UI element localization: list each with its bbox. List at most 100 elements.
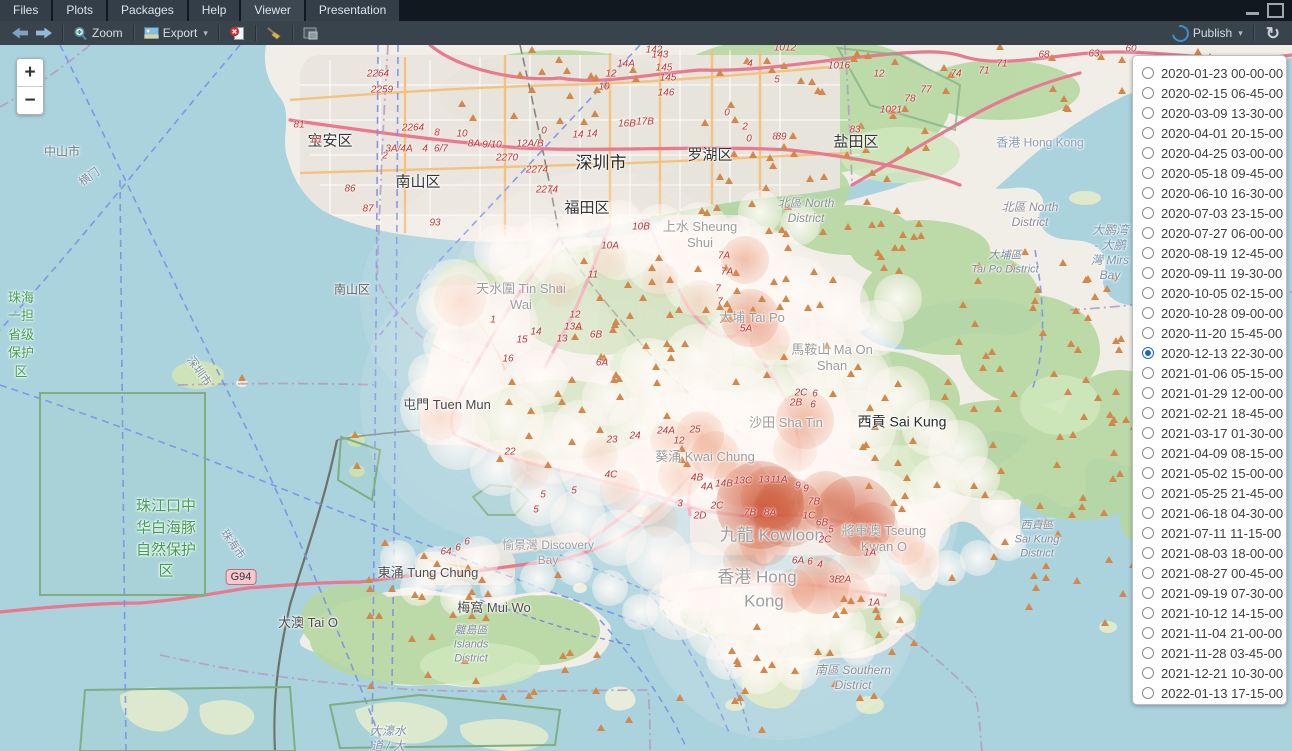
minimize-icon[interactable] <box>1246 12 1259 15</box>
timeline-option-label: 2020-03-09 13-30-00 <box>1161 106 1283 121</box>
clear-viewer-button[interactable] <box>262 22 286 44</box>
timeline-option[interactable]: 2020-07-03 23-15-00 <box>1142 203 1286 223</box>
timeline-option[interactable]: 2021-11-28 03-45-00 <box>1142 643 1286 663</box>
timeline-option-label: 2020-11-20 15-45-00 <box>1161 326 1282 341</box>
radio-icon[interactable] <box>1142 127 1154 139</box>
timeline-option[interactable]: 2020-12-13 22-30-00 <box>1142 343 1286 363</box>
timeline-option[interactable]: 2020-02-15 06-45-00 <box>1142 83 1286 103</box>
timeline-option-label: 2020-04-25 03-00-00 <box>1161 146 1283 161</box>
timeline-option[interactable]: 2021-10-12 14-15-00 <box>1142 603 1286 623</box>
tab-presentation[interactable]: Presentation <box>306 0 399 21</box>
timeline-option[interactable]: 2020-10-28 09-00-00 <box>1142 303 1286 323</box>
timeline-option-label: 2021-05-02 15-00-00 <box>1161 466 1283 481</box>
radio-icon[interactable] <box>1142 107 1154 119</box>
radio-icon[interactable] <box>1142 247 1154 259</box>
stop-remove-button[interactable] <box>225 22 249 44</box>
radio-icon[interactable] <box>1142 227 1154 239</box>
timeline-option-label: 2021-11-28 03-45-00 <box>1161 646 1282 661</box>
radio-icon[interactable] <box>1142 207 1154 219</box>
zoom-button[interactable]: Zoom <box>69 22 127 44</box>
timeline-option[interactable]: 2021-01-06 05-15-00 <box>1142 363 1286 383</box>
radio-icon[interactable] <box>1142 87 1154 99</box>
radio-icon[interactable] <box>1142 307 1154 319</box>
radio-icon[interactable] <box>1142 447 1154 459</box>
timeline-option[interactable]: 2021-08-03 18-00-00 <box>1142 543 1286 563</box>
timeline-option[interactable]: 2021-11-04 21-00-00 <box>1142 623 1286 643</box>
radio-icon[interactable] <box>1142 347 1154 359</box>
radio-icon[interactable] <box>1142 487 1154 499</box>
rstudio-viewer-window: FilesPlotsPackagesHelpViewerPresentation… <box>0 0 1292 751</box>
timeline-option[interactable]: 2020-08-19 12-45-00 <box>1142 243 1286 263</box>
radio-icon[interactable] <box>1142 67 1154 79</box>
radio-icon[interactable] <box>1142 467 1154 479</box>
timeline-option[interactable]: 2020-05-18 09-45-00 <box>1142 163 1286 183</box>
back-button[interactable] <box>8 22 32 44</box>
timeline-option-label: 2020-10-05 02-15-00 <box>1161 286 1283 301</box>
timeline-option[interactable]: 2020-06-10 16-30-00 <box>1142 183 1286 203</box>
timeline-option-label: 2022-01-13 17-15-00 <box>1161 686 1283 701</box>
tab-help[interactable]: Help <box>189 0 240 21</box>
stop-remove-icon <box>229 26 245 41</box>
radio-icon[interactable] <box>1142 387 1154 399</box>
tab-files[interactable]: Files <box>0 0 51 21</box>
radio-icon[interactable] <box>1142 407 1154 419</box>
timeline-option[interactable]: 2021-08-27 00-45-00 <box>1142 563 1286 583</box>
radio-icon[interactable] <box>1142 627 1154 639</box>
timeline-option[interactable]: 2021-12-21 10-30-00 <box>1142 663 1286 683</box>
radio-icon[interactable] <box>1142 427 1154 439</box>
radio-icon[interactable] <box>1142 507 1154 519</box>
radio-icon[interactable] <box>1142 647 1154 659</box>
timeline-option[interactable]: 2020-04-25 03-00-00 <box>1142 143 1286 163</box>
radio-icon[interactable] <box>1142 607 1154 619</box>
timeline-option[interactable]: 2021-02-21 18-45-00 <box>1142 403 1286 423</box>
timeline-option[interactable]: 2020-09-11 19-30-00 <box>1142 263 1286 283</box>
open-in-new-window-button[interactable] <box>299 22 322 44</box>
radio-icon[interactable] <box>1142 667 1154 679</box>
timeline-option-label: 2020-10-28 09-00-00 <box>1161 306 1283 321</box>
timeline-option[interactable]: 2020-07-27 06-00-00 <box>1142 223 1286 243</box>
tab-packages[interactable]: Packages <box>108 0 187 21</box>
radio-icon[interactable] <box>1142 327 1154 339</box>
radio-icon[interactable] <box>1142 367 1154 379</box>
timeline-option[interactable]: 2021-09-19 07-30-00 <box>1142 583 1286 603</box>
leaflet-map[interactable]: 中山市横门珠海 一担 省级 保护 区宝安区南山区南山区深圳市福田区罗湖区盐田区香… <box>0 45 1292 751</box>
timeline-option-label: 2021-05-25 21-45-00 <box>1161 486 1283 501</box>
radio-icon[interactable] <box>1142 187 1154 199</box>
forward-button[interactable] <box>32 22 56 44</box>
radio-icon[interactable] <box>1142 267 1154 279</box>
timeline-option[interactable]: 2022-01-13 17-15-00 <box>1142 683 1286 703</box>
export-caret-icon: ▾ <box>203 28 208 39</box>
timeline-option[interactable]: 2021-03-17 01-30-00 <box>1142 423 1286 443</box>
timeline-option[interactable]: 2021-01-29 12-00-00 <box>1142 383 1286 403</box>
radio-icon[interactable] <box>1142 687 1154 699</box>
radio-icon[interactable] <box>1142 167 1154 179</box>
timeline-option[interactable]: 2020-11-20 15-45-00 <box>1142 323 1286 343</box>
zoom-out-button[interactable]: − <box>17 86 43 114</box>
timeline-option[interactable]: 2021-05-25 21-45-00 <box>1142 483 1286 503</box>
timeline-option[interactable]: 2020-01-23 00-00-00 <box>1142 63 1286 83</box>
tab-plots[interactable]: Plots <box>53 0 106 21</box>
timeline-option[interactable]: 2021-07-11 11-15-00 <box>1142 523 1286 543</box>
timeline-option[interactable]: 2020-10-05 02-15-00 <box>1142 283 1286 303</box>
timeline-option-label: 2021-04-09 08-15-00 <box>1161 446 1283 461</box>
radio-icon[interactable] <box>1142 567 1154 579</box>
radio-icon[interactable] <box>1142 547 1154 559</box>
back-arrow-icon <box>12 28 28 39</box>
timeline-option-label: 2020-04-01 20-15-00 <box>1161 126 1283 141</box>
radio-icon[interactable] <box>1142 587 1154 599</box>
tab-viewer[interactable]: Viewer <box>241 0 303 21</box>
radio-icon[interactable] <box>1142 527 1154 539</box>
export-button[interactable]: Export ▾ <box>140 22 212 44</box>
zoom-in-button[interactable]: + <box>17 59 43 86</box>
timeline-option[interactable]: 2021-06-18 04-30-00 <box>1142 503 1286 523</box>
timeline-option[interactable]: 2020-04-01 20-15-00 <box>1142 123 1286 143</box>
timeline-option[interactable]: 2020-03-09 13-30-00 <box>1142 103 1286 123</box>
timeline-option[interactable]: 2021-05-02 15-00-00 <box>1142 463 1286 483</box>
timeline-option[interactable]: 2021-04-09 08-15-00 <box>1142 443 1286 463</box>
radio-icon[interactable] <box>1142 147 1154 159</box>
radio-icon[interactable] <box>1142 287 1154 299</box>
maximize-icon[interactable] <box>1267 3 1284 18</box>
timeline-option-label: 2021-06-18 04-30-00 <box>1161 506 1283 521</box>
refresh-button[interactable]: ↻ <box>1260 22 1292 44</box>
publish-button[interactable]: Publish ▾ <box>1168 22 1247 44</box>
